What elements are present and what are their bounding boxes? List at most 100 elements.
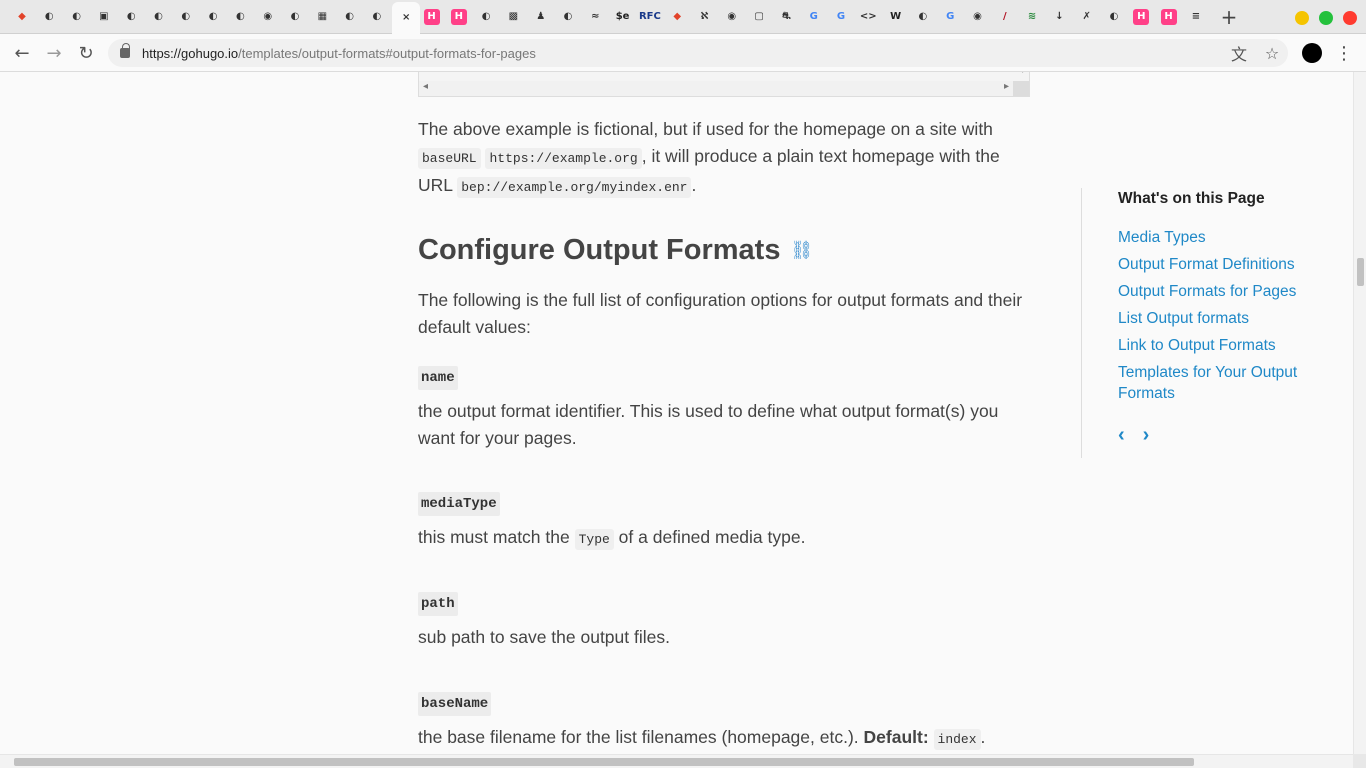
browser-tab[interactable]: W	[884, 4, 908, 30]
translate-icon[interactable]: 文	[1228, 42, 1250, 64]
toc-item-output-format-definitions[interactable]: Output Format Definitions	[1118, 254, 1331, 275]
back-button[interactable]: ←	[9, 40, 35, 66]
default-label: Default:	[863, 727, 929, 747]
scroll-down-arrow-icon[interactable]: ▾	[1020, 72, 1025, 76]
browser-tab[interactable]: ≡	[1184, 4, 1208, 30]
code-type: Type	[574, 529, 614, 550]
browser-tab[interactable]: ♟	[529, 4, 553, 30]
browser-tab[interactable]: H	[447, 4, 471, 30]
toc-item-templates[interactable]: Templates for Your Output Formats	[1118, 362, 1331, 404]
vertical-scroll-thumb[interactable]	[1357, 258, 1364, 286]
browser-tab[interactable]: H	[1129, 4, 1153, 30]
new-tab-button[interactable]: +	[1218, 4, 1240, 30]
browser-tab[interactable]: ◐	[1102, 4, 1126, 30]
browser-tab[interactable]: ◉	[720, 4, 744, 30]
browser-tab[interactable]: G	[802, 4, 826, 30]
browser-tab[interactable]: ◐	[65, 4, 89, 30]
horizontal-scrollbar[interactable]	[0, 754, 1353, 768]
browser-tab[interactable]: ▣	[92, 4, 116, 30]
globe-icon: ◉	[727, 11, 737, 22]
close-icon: ×	[401, 12, 411, 23]
profile-avatar[interactable]	[1302, 43, 1322, 63]
browser-tab[interactable]: ◐	[911, 4, 935, 30]
option-term: mediaType	[418, 492, 500, 516]
browser-tab[interactable]: $e	[611, 4, 635, 30]
browser-tab[interactable]: ✗	[1075, 4, 1099, 30]
github-icon: ◐	[72, 11, 81, 22]
forward-button[interactable]: →	[41, 40, 67, 66]
table-of-contents: What's on this Page Media Types Output F…	[1081, 188, 1331, 458]
browser-tab[interactable]: H	[420, 4, 444, 30]
code-horizontal-scrollbar[interactable]: ◂ ▸	[419, 81, 1013, 96]
option-path: path sub path to save the output files.	[418, 592, 1030, 651]
browser-tab[interactable]: ◐	[119, 4, 143, 30]
browser-tab[interactable]: ⛐	[774, 4, 798, 30]
section-intro: The following is the full list of config…	[418, 287, 1030, 341]
minimize-button[interactable]	[1295, 11, 1309, 25]
scroll-corner	[1353, 754, 1366, 768]
browser-tab[interactable]: /	[993, 4, 1017, 30]
scroll-right-arrow-icon[interactable]: ▸	[1004, 81, 1009, 92]
section-title: Configure Output Formats	[418, 234, 781, 266]
close-window-button[interactable]	[1343, 11, 1357, 25]
browser-tab[interactable]: ◐	[228, 4, 252, 30]
toc-title: What's on this Page	[1118, 190, 1265, 207]
browser-tab[interactable]: ◐	[283, 4, 307, 30]
browser-tab[interactable]: ≈	[583, 4, 607, 30]
browser-tab[interactable]: ▩	[501, 4, 525, 30]
browser-tab[interactable]: ▦	[310, 4, 334, 30]
anchor-link-icon[interactable]: ⛓	[790, 240, 813, 261]
browser-tab[interactable]: <>	[856, 4, 880, 30]
maximize-button[interactable]	[1319, 11, 1333, 25]
toc-item-media-types[interactable]: Media Types	[1118, 227, 1331, 248]
vertical-scrollbar[interactable]	[1353, 72, 1366, 754]
code-index: index	[933, 729, 981, 750]
reload-button[interactable]: ↻	[73, 40, 99, 66]
browser-tab[interactable]: RFC	[638, 4, 662, 30]
next-page-icon[interactable]: ›	[1143, 424, 1150, 447]
menu-icon[interactable]: ⋮	[1334, 42, 1354, 64]
option-description: of a defined media type.	[613, 527, 806, 547]
scroll-corner	[1013, 81, 1029, 96]
scroll-left-arrow-icon[interactable]: ◂	[423, 81, 428, 92]
option-name: name the output format identifier. This …	[418, 366, 1030, 452]
browser-tab[interactable]: ℵ	[693, 4, 717, 30]
browser-tab[interactable]: H	[1157, 4, 1181, 30]
hugo-icon: H	[1133, 9, 1150, 25]
tab-close-button[interactable]: ×	[392, 2, 421, 34]
browser-tab[interactable]: ◐	[37, 4, 61, 30]
browser-tab[interactable]: ◐	[147, 4, 171, 30]
toc-item-list-output-formats[interactable]: List Output formats	[1118, 308, 1331, 329]
browser-tab[interactable]: ◉	[966, 4, 990, 30]
horizontal-scroll-thumb[interactable]	[14, 758, 1194, 766]
hugo-icon: H	[450, 9, 467, 25]
browser-tab[interactable]: ◐	[201, 4, 225, 30]
browser-tab[interactable]: ◆	[10, 4, 34, 30]
bookmark-star-icon[interactable]: ☆	[1261, 42, 1283, 64]
browser-tab[interactable]: G	[938, 4, 962, 30]
github-icon: ◐	[181, 11, 191, 22]
browser-tab[interactable]: ◉	[256, 4, 280, 30]
toc-item-link-to-output-formats[interactable]: Link to Output Formats	[1118, 335, 1331, 356]
hugo-icon: H	[423, 9, 440, 25]
github-icon: ◐	[126, 11, 136, 22]
browser-tab[interactable]: ◐	[338, 4, 362, 30]
address-bar[interactable]: https://gohugo.io/templates/output-forma…	[108, 39, 1288, 67]
browser-tab[interactable]: ◐	[474, 4, 498, 30]
browser-tab[interactable]: ↓	[1047, 4, 1071, 30]
intro-text: .	[691, 175, 697, 195]
toc-item-output-formats-for-pages[interactable]: Output Formats for Pages	[1118, 281, 1331, 302]
code-icon: <>	[859, 11, 877, 22]
browser-tab[interactable]: ◆	[665, 4, 689, 30]
browser-tab[interactable]: ◐	[556, 4, 580, 30]
browser-tab[interactable]: ◐	[174, 4, 198, 30]
browser-tab[interactable]: ◐	[365, 4, 389, 30]
x-icon: ✗	[1082, 11, 1091, 22]
google-icon: G	[946, 11, 955, 22]
folder-icon: ▣	[99, 11, 109, 22]
browser-tab[interactable]: ▢	[747, 4, 771, 30]
option-term: name	[418, 366, 458, 390]
prev-page-icon[interactable]: ‹	[1118, 424, 1125, 447]
browser-tab[interactable]: ≋	[1020, 4, 1044, 30]
browser-tab[interactable]: G	[829, 4, 853, 30]
